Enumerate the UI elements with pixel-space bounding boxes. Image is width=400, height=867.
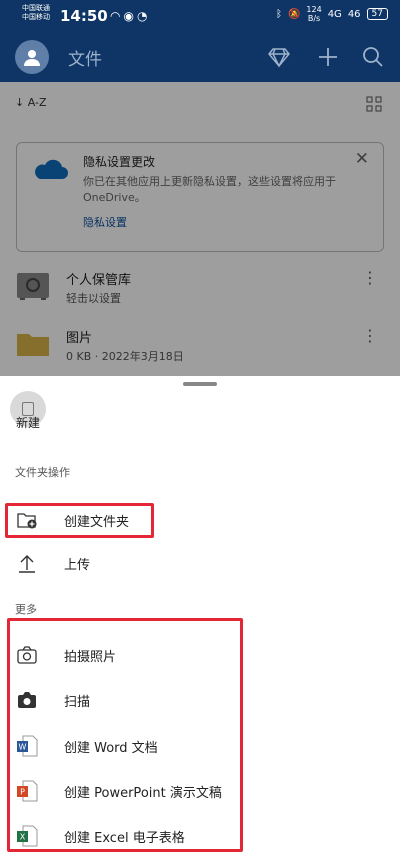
net-speed: 124 B/s xyxy=(306,5,321,23)
upload-item[interactable]: 上传 xyxy=(0,544,400,582)
section-more: 更多 xyxy=(15,603,37,616)
net-speed-value: 124 xyxy=(306,5,322,14)
sheet-title: 新建 xyxy=(16,416,41,430)
upload-label: 上传 xyxy=(64,558,91,573)
clock: 14:50 xyxy=(60,7,108,25)
section-folder-actions: 文件夹操作 xyxy=(15,466,70,479)
alarm-icon: ◔ xyxy=(136,9,151,23)
status-right-group: ᛒ 🔕 124 B/s 4G 46 57 xyxy=(276,5,388,23)
signal-2: 46 xyxy=(347,8,361,20)
battery-indicator: 57 xyxy=(366,8,388,20)
eye-icon: ◉ xyxy=(123,9,137,23)
carrier-labels: 中国联通 中国移动 xyxy=(22,4,50,22)
net-speed-unit: B/s xyxy=(307,14,321,23)
highlight-more-actions xyxy=(7,618,243,852)
avatar[interactable] xyxy=(15,40,49,74)
drag-handle[interactable] xyxy=(183,382,217,386)
status-bar: 中国联通 中国移动 14:50 ◠◉◔ ᛒ 🔕 124 B/s 4G 46 57 xyxy=(0,0,400,32)
add-icon[interactable] xyxy=(316,45,340,69)
create-bottom-sheet: 新建 文件夹操作 创建文件夹 上传 更多 拍摄照片 扫描 W 创建 Word 文… xyxy=(0,376,400,867)
diamond-icon[interactable] xyxy=(267,45,291,69)
app-bar: 文件 xyxy=(0,32,400,82)
mute-icon: 🔕 xyxy=(287,8,301,20)
headset-icon: ◠ xyxy=(110,9,124,23)
upload-icon xyxy=(19,555,35,573)
carrier-2: 中国移动 xyxy=(22,13,50,21)
highlight-create-folder xyxy=(5,503,154,538)
person-icon xyxy=(24,50,40,66)
page-title: 文件 xyxy=(68,50,102,70)
signal-1: 4G xyxy=(327,8,342,20)
bluetooth-icon: ᛒ xyxy=(275,8,282,20)
search-icon[interactable] xyxy=(361,45,385,69)
carrier-1: 中国联通 xyxy=(22,4,50,12)
notification-icons: ◠◉◔ xyxy=(110,9,150,23)
modal-scrim[interactable] xyxy=(0,82,400,376)
